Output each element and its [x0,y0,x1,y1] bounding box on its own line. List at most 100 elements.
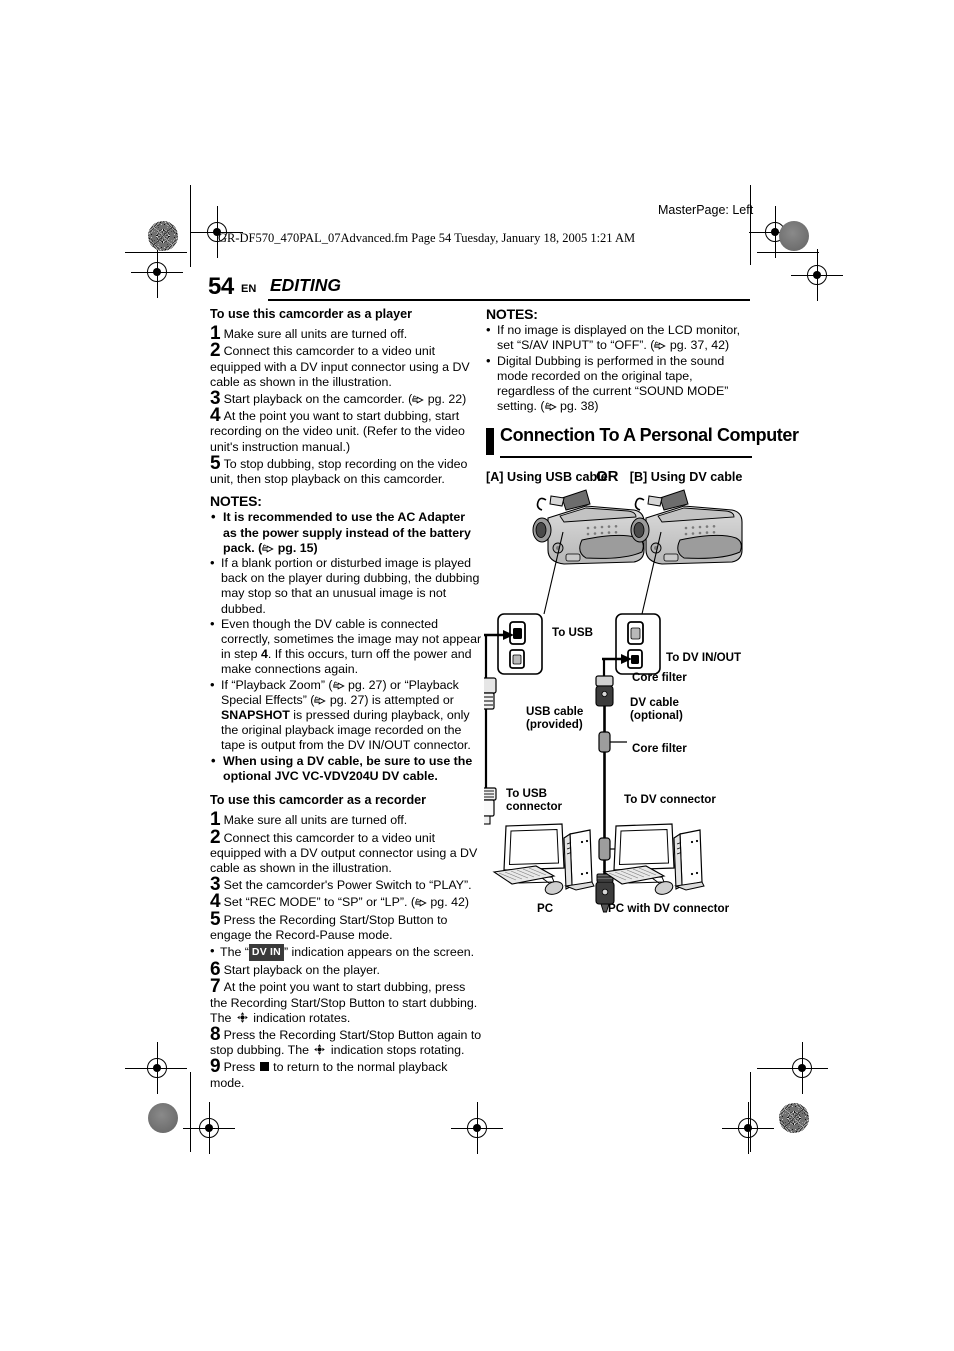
to-dv-connector-label: To DV connector [624,793,716,806]
to-usb-connector-line1: To USB [506,787,548,800]
registration-mark-top-left-outer [131,246,183,298]
player-step-5: 5 To stop dubbing, stop recording on the … [210,452,482,487]
recorder-step-8: 8 Press the Recording Start/Stop Button a… [210,1025,482,1058]
step-text: Connect this camcorder to a video unit e… [210,830,478,875]
recorder-step-7: 7 At the point you want to start dubbing,… [210,976,482,1026]
trim-line-bottom-left-horizontal [125,1068,187,1070]
player-step-1: 1 Make sure all units are turned off. [210,324,482,343]
step-number: 5 [210,452,221,474]
recorder-step-4: 4 Set “REC MODE” to “SP” or “LP”. ( pg. 4… [210,892,482,911]
usb-cable-label-line1: USB cable [526,705,584,718]
step-number: 7 [210,976,221,998]
rotating-indication-icon [237,1011,248,1023]
recorder-heading: To use this camcorder as a recorder [210,793,427,808]
player-heading: To use this camcorder as a player [210,307,413,321]
camcorder-dv-illustration [630,489,743,615]
pc-with-dv-illustration [602,823,705,895]
section-title-banner: Connection To A Personal Computer [486,426,799,459]
camcorder-usb-illustration [532,489,645,615]
pointing-hand-icon [415,898,427,907]
dvin-prefix: The “ [220,944,249,959]
registration-mark-bottom-left [183,1102,235,1154]
dv-cable-label-line1: DV cable [630,696,679,709]
pointing-hand-icon [262,544,275,553]
right-column: NOTES: If no image is displayed on the L… [486,306,799,486]
usb-port-panel [484,613,543,675]
step-number: 2 [210,826,221,848]
recorder-step-5: 5 Press the Recording Start/Stop Button t… [210,908,482,943]
right-notes-heading: NOTES: [486,306,538,322]
halftone-patch-top-left [148,221,178,251]
filename-header: GR-DF570_470PAL_07Advanced.fm Page 54 Tu… [218,231,636,245]
step-text: Make sure all units are turned off. [223,813,408,828]
left-note-4: If “Playback Zoom” ( pg. 27) or “Playbac… [210,677,482,754]
step-text: At the point you want to start dubbing, … [210,980,478,1025]
trim-line-bottom-right-horizontal [757,1068,819,1070]
left-note-2: If a blank portion or disturbed image is… [210,555,482,617]
usb-cable-label-line2: (provided) [526,718,583,731]
pc-illustration [492,823,595,895]
registration-mark-bottom-center [451,1102,503,1154]
step-text: Start playback on the camcorder. ( pg. 2… [223,392,467,407]
trim-line-top-right-vertical [750,185,752,265]
section-title-bar [486,428,494,456]
right-note-1: If no image is displayed on the LCD moni… [486,322,752,353]
halftone-patch-bottom-left [148,1103,178,1133]
pointing-hand-icon [314,696,327,705]
left-notes-list: It is recommended to use the AC Adapter … [210,509,482,784]
section-title-rule [500,456,752,459]
player-step-4: 4 At the point you want to start dubbing,… [210,405,482,455]
page-header-rule [268,299,750,302]
recorder-step-9: 9 Press to return to the normal playback … [210,1056,482,1090]
step-text: Start playback on the player. [223,963,380,978]
pc-with-dv-label: PC with DV connector [608,902,730,915]
trim-line-top-left-horizontal [125,252,187,254]
pointing-hand-icon [654,341,667,351]
step-number: 2 [210,340,221,362]
recorder-step-3: 3 Set the camcorder's Power Switch to “PL… [210,875,482,894]
step-number: 5 [210,908,221,930]
connection-diagram: OR To USB To DV IN/OUT Core filter USB c… [484,468,756,920]
halftone-patch-top-right [779,221,809,251]
dvin-suffix: ” indication appears on the screen. [283,944,475,959]
rotating-indication-icon [314,1044,326,1055]
left-column: To use this camcorder as a player 1 Make … [210,307,482,1092]
step-number: 4 [210,405,221,427]
trim-line-top-right-horizontal [757,252,819,254]
registration-mark-top-right-outer [791,249,843,301]
trim-line-top-left-vertical [190,185,192,267]
core-filter-top-label: Core filter [632,671,687,684]
recorder-step-6: 6 Start playback on the player. [210,960,482,979]
recorder-step-2: 2 Connect this camcorder to a video unit … [210,826,482,877]
player-step-3: 3 Start playback on the camcorder. ( pg. … [210,389,482,408]
step-number: 9 [210,1056,221,1078]
dv-cable-label: DV cable (optional) [630,696,683,722]
left-note-3: Even though the DV cable is connected co… [210,616,482,678]
pc-label: PC [537,902,554,915]
halftone-patch-bottom-right [779,1103,809,1133]
step-text: Press the Recording Start/Stop Button ag… [210,1027,482,1058]
masterpage-label: MasterPage: Left [658,203,754,217]
to-usb-label: To USB [552,626,594,639]
step-text: Press to return to the normal playback m… [210,1060,448,1090]
player-step-2: 2 Connect this camcorder to a video unit … [210,340,482,390]
dv-cable-label-line2: (optional) [630,709,683,722]
section-title-text: Connection To A Personal Computer [500,424,799,446]
step-text: Make sure all units are turned off. [223,327,408,342]
usb-cable-label: USB cable (provided) [526,705,583,731]
page-number: 54 [208,273,234,300]
step-text: To stop dubbing, stop recording on the v… [210,456,468,487]
left-note-1: It is recommended to use the AC Adapter … [210,509,482,556]
step-text: Set the camcorder's Power Switch to “PLA… [223,878,472,893]
to-usb-connector-label: To USB connector [506,787,562,813]
left-note-5: When using a DV cable, be sure to use th… [210,753,482,784]
pointing-hand-icon [544,402,557,411]
core-filter-bottom-label: Core filter [632,742,687,755]
usb-cable-illustration [484,635,497,825]
step-text: Press the Recording Start/Stop Button to… [210,912,448,942]
trim-line-bottom-left-vertical [190,1072,192,1152]
step-text: At the point you want to start dubbing, … [210,409,465,454]
to-usb-connector-line2: connector [506,800,563,813]
right-note-2: Digital Dubbing is performed in the soun… [486,353,752,415]
dv-in-badge: DV IN [248,943,284,962]
